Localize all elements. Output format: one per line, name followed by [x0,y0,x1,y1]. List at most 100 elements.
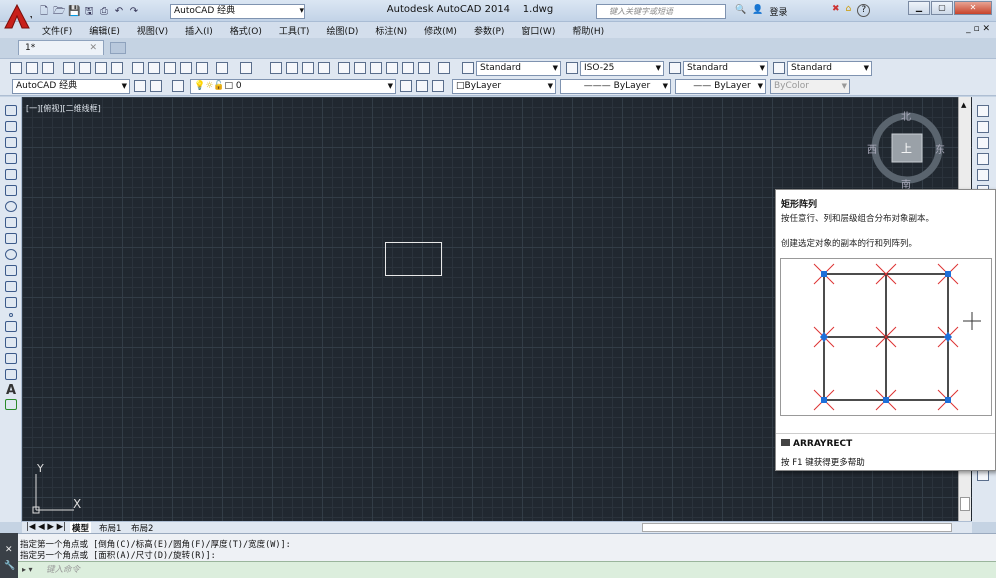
add-selected-icon[interactable] [5,399,17,410]
linetype-select[interactable]: ——— ByLayer ▼ [560,79,671,94]
menu-draw[interactable]: 绘图(D) [326,24,358,37]
layer-state-icon[interactable] [432,80,444,92]
block-editor-icon[interactable] [196,62,208,74]
customize-icon[interactable] [150,80,162,92]
menu-view[interactable]: 视图(V) [137,24,168,37]
menu-edit[interactable]: 编辑(E) [89,24,120,37]
menu-insert[interactable]: 插入(I) [185,24,213,37]
3d-print-icon[interactable] [111,62,123,74]
table-style-icon[interactable] [669,62,681,74]
erase-icon[interactable] [977,105,989,117]
sheetset-icon[interactable] [386,62,398,74]
compass-east[interactable]: 东 [935,141,945,156]
open-icon[interactable]: 🗁 [53,6,65,18]
close-tab-icon[interactable]: ✕ [89,41,97,55]
gradient-icon[interactable] [5,337,17,348]
new-icon[interactable]: 🗋 [38,6,50,18]
zoom-realtime-icon[interactable] [286,62,298,74]
properties-icon[interactable] [338,62,350,74]
workspace-settings-icon[interactable] [134,80,146,92]
menu-modify[interactable]: 修改(M) [424,24,457,37]
menu-parametric[interactable]: 参数(P) [474,24,504,37]
scroll-thumb[interactable] [960,497,970,511]
zoom-window-icon[interactable] [302,62,314,74]
compass-west[interactable]: 西 [867,141,877,156]
hatch-icon[interactable] [5,321,17,332]
spline-icon[interactable] [5,233,17,244]
line-icon[interactable] [5,105,17,116]
ellipse-icon[interactable] [5,249,17,260]
menu-help[interactable]: 帮助(H) [572,24,604,37]
calculator-icon[interactable] [418,62,430,74]
tab-drawing[interactable]: 1* ✕ [18,40,104,55]
exchange-icon[interactable]: ✖ [832,4,840,17]
rectangle-icon[interactable] [5,169,17,180]
layer-previous-icon[interactable] [416,80,428,92]
table-icon[interactable] [5,369,17,380]
minimize-button[interactable]: ▁ [908,1,930,15]
compass-north[interactable]: 北 [901,108,911,123]
design-center-icon[interactable] [354,62,366,74]
horizontal-scrollbar[interactable] [642,523,952,532]
text-style-select[interactable]: Standard ▼ [476,61,561,76]
workspace-select[interactable]: AutoCAD 经典 ▼ [12,79,130,94]
workspace-dropdown[interactable]: AutoCAD 经典 ▾ [170,4,305,19]
offset-icon[interactable] [977,153,989,165]
construction-line-icon[interactable] [5,121,17,132]
new-tab-button[interactable] [110,42,126,54]
dim-style-select[interactable]: ISO-25 ▼ [580,61,664,76]
copy-icon[interactable] [148,62,160,74]
pan-icon[interactable] [270,62,282,74]
circle-icon[interactable] [5,201,17,212]
revcloud-icon[interactable] [5,217,17,228]
command-input[interactable]: 键入命令 [20,564,990,576]
redo-icon[interactable]: ↷ [128,6,140,18]
menu-format[interactable]: 格式(O) [230,24,262,37]
lineweight-select[interactable]: —— ByLayer ▼ [675,79,766,94]
viewcube-top-face[interactable]: 上 [901,140,912,156]
app-store-icon[interactable]: ⌂ [846,4,852,17]
mirror-icon[interactable] [977,137,989,149]
text-style-icon[interactable] [462,62,474,74]
preview-icon[interactable] [79,62,91,74]
doc-window-controls[interactable]: _ ▫ ✕ [966,24,990,34]
region-icon[interactable] [5,353,17,364]
publish-icon[interactable] [95,62,107,74]
drawn-rectangle[interactable] [385,242,442,276]
mleader-style-select[interactable]: Standard ▼ [787,61,872,76]
customize-command-icon[interactable]: 🔧 [4,561,15,571]
arc-icon[interactable] [5,185,17,196]
array-icon[interactable] [977,169,989,181]
help-icon[interactable] [438,62,450,74]
cut-icon[interactable] [132,62,144,74]
qnew-icon[interactable] [10,62,22,74]
plotstyle-select[interactable]: ByColor ▼ [770,79,850,94]
tab-nav-arrows[interactable]: |◀ ◀ ▶ ▶| [26,522,66,532]
menu-window[interactable]: 窗口(W) [521,24,555,37]
mleader-style-icon[interactable] [773,62,785,74]
point-icon[interactable] [9,313,13,317]
viewcube[interactable]: 北 南 东 西 上 [867,106,945,196]
undo-icon[interactable] [216,62,228,74]
menu-file[interactable]: 文件(F) [42,24,72,37]
help-button[interactable]: ? [857,4,871,17]
search-input[interactable]: 键入关键字或短语 [596,4,726,19]
viewport-controls[interactable]: [一][俯视][二维线框] [26,103,101,114]
tool-palettes-icon[interactable] [370,62,382,74]
maximize-button[interactable]: ▢ [931,1,953,15]
save-icon[interactable]: 💾 [68,6,80,18]
plot-icon[interactable] [63,62,75,74]
paste-icon[interactable] [164,62,176,74]
matchprop-icon[interactable] [180,62,192,74]
login-button[interactable]: 登录 [769,5,787,18]
layer-select[interactable]: 💡☼🔓□ 0 ▼ [190,79,396,94]
mtext-icon[interactable]: A [5,384,17,397]
undo-icon[interactable]: ↶ [113,6,125,18]
copy-object-icon[interactable] [977,121,989,133]
redo-icon[interactable] [240,62,252,74]
make-current-layer-icon[interactable] [400,80,412,92]
make-block-icon[interactable] [5,297,17,308]
close-button[interactable]: ✕ [954,1,992,15]
open-icon[interactable] [26,62,38,74]
application-menu-button[interactable] [2,2,36,36]
